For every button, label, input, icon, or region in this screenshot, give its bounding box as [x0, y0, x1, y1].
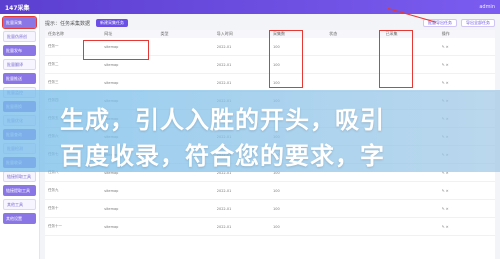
- table-row: 任务九 sitemap 2022-01 100 ✎ ✕: [45, 182, 495, 200]
- sidebar-item[interactable]: 其他工具: [3, 199, 36, 210]
- table-cell[interactable]: ✎ ✕: [439, 63, 495, 67]
- table-cell: 任务二: [48, 62, 59, 66]
- sidebar-item[interactable]: 批量翻译: [3, 59, 36, 70]
- table-cell: 2022-01: [216, 80, 232, 85]
- user-name[interactable]: admin: [479, 4, 495, 10]
- column-header[interactable]: 任务名称: [45, 31, 101, 37]
- top-bar: 147采集 admin: [0, 0, 500, 14]
- column-header[interactable]: 类型: [158, 31, 214, 37]
- column-header[interactable]: 操作: [439, 31, 495, 37]
- table-cell: 任务十一: [48, 224, 62, 228]
- table-cell: 100: [273, 206, 280, 211]
- table-cell: 2022-01: [216, 62, 232, 67]
- table-cell: sitemap: [104, 206, 119, 211]
- create-task-button[interactable]: 新建采集任务: [96, 19, 129, 27]
- sidebar-item[interactable]: 批量伪原创: [3, 31, 36, 42]
- banner-text-line-1: 生成，引人入胜的开头，吸引: [60, 106, 385, 134]
- table-cell: 任务三: [48, 80, 59, 84]
- table-cell[interactable]: ✎ ✕: [439, 45, 495, 49]
- sidebar-item[interactable]: 批量发布: [3, 45, 36, 56]
- table-cell[interactable]: ✎ ✕: [439, 207, 495, 211]
- column-header[interactable]: 导入时间: [214, 31, 270, 37]
- table-cell: 100: [273, 188, 280, 193]
- column-header[interactable]: 网址: [101, 31, 157, 37]
- sidebar-item[interactable]: 批量推送: [3, 73, 36, 84]
- highlight-box-count: [379, 30, 413, 88]
- table-row: 任务十一 sitemap 2022-01 100 ✎ ✕: [45, 218, 495, 236]
- column-header[interactable]: 状态: [326, 31, 382, 37]
- table-cell: sitemap: [104, 62, 119, 67]
- table-cell: sitemap: [104, 224, 119, 229]
- export-all-button[interactable]: 导出全部任务: [461, 19, 495, 27]
- table-cell: 任务十: [48, 206, 59, 210]
- table-cell: sitemap: [104, 188, 119, 193]
- table-row: 任务十 sitemap 2022-01 100 ✎ ✕: [45, 200, 495, 218]
- table-cell: 100: [273, 224, 280, 229]
- sidebar-item[interactable]: 其他设置: [3, 213, 36, 224]
- table-cell[interactable]: ✎ ✕: [439, 81, 495, 85]
- app-brand: 147采集: [5, 4, 30, 12]
- banner-text-line-2: 百度收录，符合您的要求，字: [60, 142, 385, 170]
- table-cell: 2022-01: [216, 206, 232, 211]
- table-cell[interactable]: ✎ ✕: [439, 189, 495, 193]
- highlight-box-time: [269, 30, 303, 88]
- table-cell: sitemap: [104, 80, 119, 85]
- sidebar-item[interactable]: 链接提取工具: [3, 185, 36, 196]
- table-cell[interactable]: ✎ ✕: [439, 225, 495, 229]
- table-cell: 2022-01: [216, 224, 232, 229]
- toolbar-hint: 提示：任务采集数据: [45, 20, 91, 27]
- highlight-box-url: [83, 40, 149, 60]
- table-cell: 任务九: [48, 188, 59, 192]
- sidebar-item[interactable]: 批量采集: [2, 16, 37, 29]
- sidebar-item[interactable]: 链接抓取工具: [3, 171, 36, 182]
- app-window: 147采集 admin 批量采集批量伪原创批量发布批量翻译批量推送批量监控批量替…: [0, 0, 500, 259]
- table-cell: 2022-01: [216, 188, 232, 193]
- table-cell: 2022-01: [216, 44, 232, 49]
